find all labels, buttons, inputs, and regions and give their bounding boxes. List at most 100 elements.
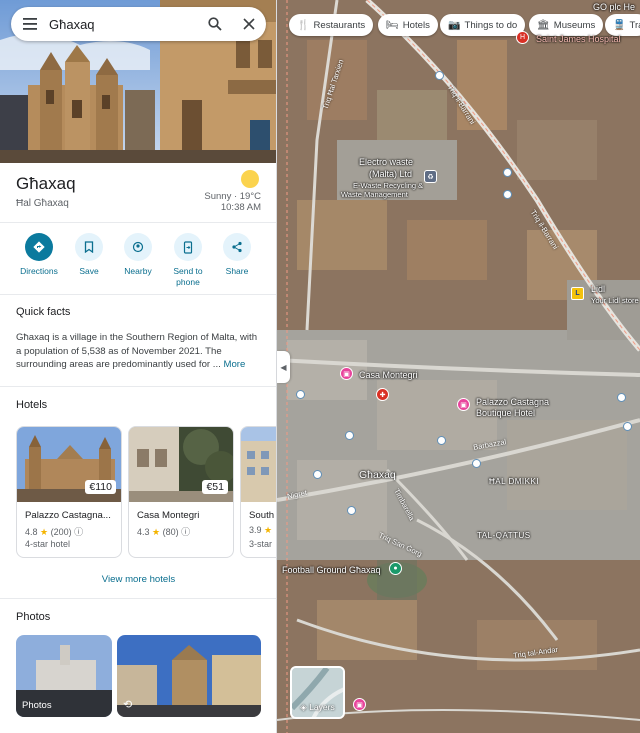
- locality-hal-dmikki: ĦAL DMIKKI: [489, 477, 540, 486]
- church-pin-icon[interactable]: ✚: [376, 388, 389, 401]
- photo-tile[interactable]: ⟲: [117, 635, 261, 717]
- layers-text: Layers: [309, 702, 335, 712]
- stadium-pin-icon[interactable]: ●: [389, 562, 402, 575]
- layers-label: ◈ Layers: [292, 702, 343, 713]
- quick-facts-body: Għaxaq is a village in the Southern Regi…: [16, 332, 258, 370]
- close-icon[interactable]: [232, 7, 266, 41]
- poi-electro-waste-line2: (Malta) Ltd: [369, 169, 413, 179]
- hotel-pin-icon[interactable]: ▣: [340, 367, 353, 380]
- directions-button[interactable]: Directions: [14, 233, 64, 277]
- weather-condition: Sunny · 19°C: [204, 191, 261, 202]
- hotel-photo: [241, 427, 276, 502]
- bus-stop-icon[interactable]: [313, 470, 322, 479]
- side-panel: Għaxaq Ħal Għaxaq Sunny · 19°C 10:38 AM …: [0, 0, 277, 733]
- bus-stop-icon[interactable]: [435, 71, 444, 80]
- share-icon: [223, 233, 251, 261]
- send-to-phone-label: Send to phone: [173, 266, 203, 287]
- hotel-rating: 4.3 ★ (80) ⓘ: [137, 525, 190, 538]
- hotel-name: Casa Montegri: [137, 510, 200, 521]
- bus-stop-icon[interactable]: [296, 390, 305, 399]
- hospital-pin-icon[interactable]: H: [516, 31, 529, 44]
- bus-stop-icon[interactable]: [617, 393, 626, 402]
- poi-go-plc[interactable]: GO plc He: [593, 2, 635, 12]
- poi-lidl-sub: Your Lidl store: [591, 296, 639, 305]
- lidl-pin-icon[interactable]: L: [571, 287, 584, 300]
- share-button[interactable]: Share: [212, 233, 262, 277]
- bus-stop-icon[interactable]: [623, 422, 632, 431]
- hotel-pin-icon[interactable]: ▣: [353, 698, 366, 711]
- search-box[interactable]: [11, 7, 266, 41]
- directions-icon: [25, 233, 53, 261]
- star-icon: ★: [264, 525, 273, 535]
- bus-stop-icon[interactable]: [345, 431, 354, 440]
- sun-icon: [241, 170, 259, 188]
- bus-stop-icon[interactable]: [437, 436, 446, 445]
- chip-hotels[interactable]: 🛏 Hotels: [378, 14, 438, 36]
- share-label: Share: [225, 266, 249, 276]
- bus-stop-icon[interactable]: [347, 506, 356, 515]
- bus-stop-icon[interactable]: [503, 190, 512, 199]
- locality-ghaxaq[interactable]: Għaxaq: [359, 469, 396, 481]
- collapse-panel-button[interactable]: ◀: [277, 351, 290, 383]
- chip-museums[interactable]: 🏛 Museums: [529, 14, 604, 36]
- photo-tile[interactable]: Photos: [16, 635, 112, 717]
- chip-label: Hotels: [402, 19, 430, 31]
- save-label: Save: [79, 266, 99, 276]
- quick-facts-section: Quick facts Għaxaq is a village in the S…: [0, 295, 276, 387]
- bus-stop-icon[interactable]: [503, 168, 512, 177]
- rating-value: 3.9: [249, 525, 262, 535]
- poi-casa-montegri[interactable]: Casa Montegri: [359, 370, 418, 380]
- bus-stop-icon[interactable]: [472, 459, 481, 468]
- chip-transit[interactable]: 🚆Tra: [605, 14, 640, 36]
- chip-restaurants[interactable]: 🍴 Restaurants: [289, 14, 374, 36]
- layers-icon: ◈: [300, 702, 307, 712]
- rating-value: 4.3: [137, 527, 150, 537]
- chip-label: Museums: [553, 19, 596, 31]
- nearby-button[interactable]: Nearby: [113, 233, 163, 277]
- layers-button[interactable]: ◈ Layers: [290, 666, 345, 719]
- photos-title: Photos: [16, 611, 51, 623]
- info-icon[interactable]: ⓘ: [181, 527, 190, 537]
- camera-icon: 📷: [448, 19, 461, 31]
- hotel-card[interactable]: €110 Palazzo Castagna... 4.8 ★ (200) ⓘ 4…: [16, 426, 122, 558]
- more-link[interactable]: More: [223, 359, 245, 370]
- hotel-class: 3-star: [249, 539, 273, 549]
- hotel-price: €110: [85, 480, 116, 494]
- send-to-phone-button[interactable]: Send to phone: [163, 233, 213, 288]
- review-count: (200): [50, 527, 72, 537]
- info-icon[interactable]: ⓘ: [74, 527, 83, 537]
- poi-lidl[interactable]: Lidl: [591, 284, 605, 294]
- chip-things-to-do[interactable]: 📷 Things to do: [440, 14, 526, 36]
- action-bar: Directions Save Nearby Send to phone Sha…: [0, 223, 276, 295]
- poi-st-james-hospital[interactable]: Saint James Hospital: [536, 34, 621, 44]
- search-input[interactable]: [49, 16, 198, 32]
- poi-palazzo-line2: Boutique Hotel: [476, 408, 536, 418]
- museum-icon: 🏛: [537, 19, 550, 31]
- poi-football-ground[interactable]: Football Ground Għaxaq: [282, 565, 381, 575]
- poi-palazzo-castagna[interactable]: Palazzo Castagna: [476, 397, 549, 407]
- quick-facts-text: Għaxaq is a village in the Southern Regi…: [16, 331, 264, 372]
- hotel-card[interactable]: €51 Casa Montegri 4.3 ★ (80) ⓘ: [128, 426, 234, 558]
- view-more-hotels-link[interactable]: View more hotels: [0, 574, 276, 585]
- phone-icon: [174, 233, 202, 261]
- quick-facts-title: Quick facts: [16, 306, 71, 318]
- chip-label: Tra: [629, 19, 640, 31]
- hotel-name: South: [249, 510, 275, 521]
- photo-caption: Photos: [22, 700, 52, 711]
- hotel-card[interactable]: South 3.9 ★ 3-star: [240, 426, 276, 558]
- street-view-icon: ⟲: [123, 699, 133, 711]
- poi-electro-waste[interactable]: Electro waste: [359, 157, 413, 167]
- map-canvas[interactable]: 🍴 Restaurants 🛏 Hotels 📷 Things to do 🏛 Muse…: [277, 0, 640, 733]
- recycling-pin-icon[interactable]: ♻: [424, 170, 437, 183]
- photos-section: Photos Photos ⟲: [0, 599, 276, 733]
- menu-icon[interactable]: [11, 7, 49, 41]
- hero-photo[interactable]: [0, 0, 276, 163]
- bed-icon: 🛏: [386, 19, 399, 31]
- poi-ewaste-line2: Waste Management: [341, 190, 408, 199]
- hotel-pin-icon[interactable]: ▣: [457, 398, 470, 411]
- save-button[interactable]: Save: [64, 233, 114, 277]
- search-icon[interactable]: [198, 7, 232, 41]
- hotels-section: Hotels €110 Palazzo Castagna... 4.8 ★ (2…: [0, 387, 276, 599]
- rating-value: 4.8: [25, 527, 38, 537]
- fork-knife-icon: 🍴: [297, 19, 310, 31]
